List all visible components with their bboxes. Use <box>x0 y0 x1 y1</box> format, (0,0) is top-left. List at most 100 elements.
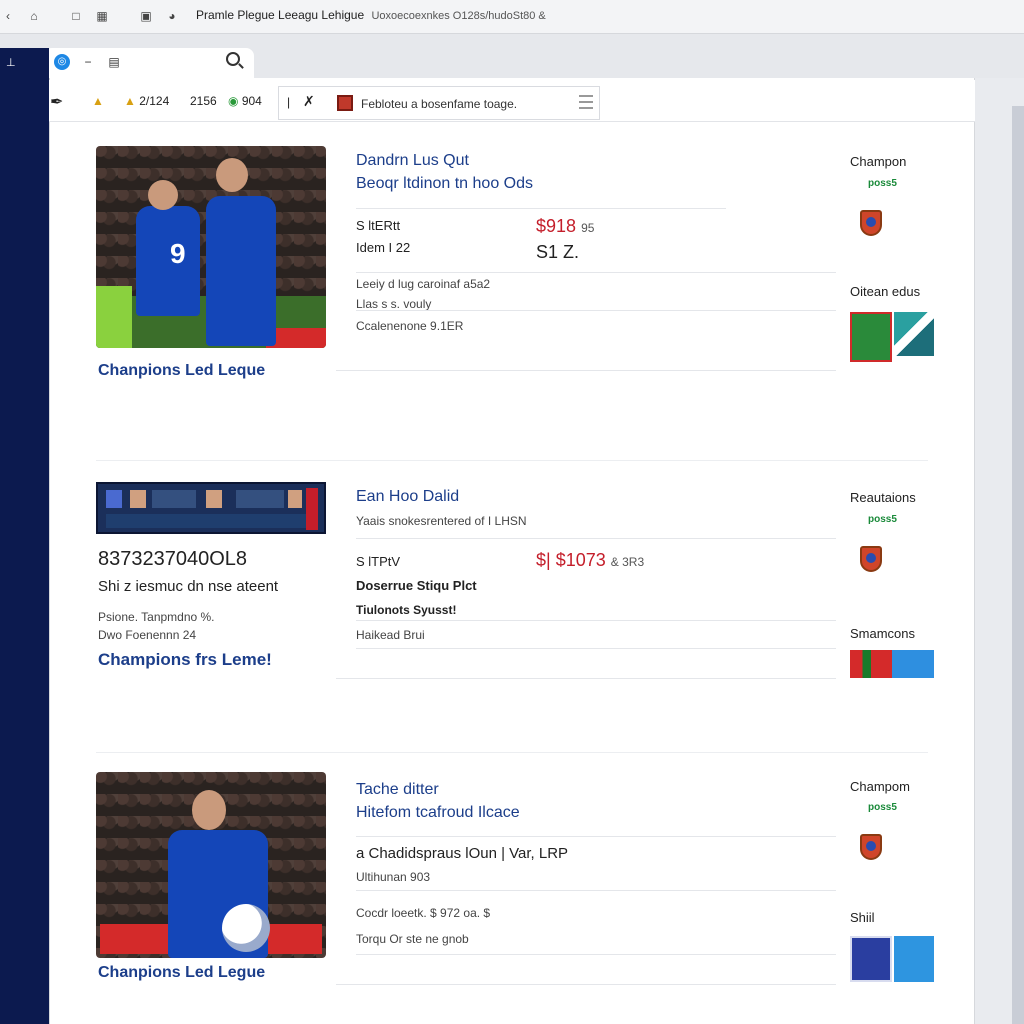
crest-icon[interactable] <box>860 834 882 860</box>
team-logo-icon[interactable] <box>894 936 934 982</box>
card-2-stat-label: S lTPtV <box>356 554 401 569</box>
tab-strip: ◎ − ▤ <box>0 34 1024 78</box>
divider <box>356 890 836 891</box>
card-1-price-value: $918 <box>536 216 577 236</box>
back-icon[interactable]: ‹ <box>0 8 16 24</box>
card-1-line-3: Ccalenenone 9.1ER <box>356 319 464 333</box>
globe-icon: ◎ <box>54 54 70 70</box>
card-2-meta: Psione. Tanpmdno %. <box>98 610 215 624</box>
card-1-side-heading: Champon <box>850 154 907 169</box>
card-2-side-badge: poss5 <box>868 514 897 525</box>
section-divider <box>96 752 928 753</box>
card-2-price-value: $| $1073 <box>536 550 606 570</box>
page-title: Pramle Plegue Leeagu Lehigue Uoxoecoexnk… <box>196 8 546 22</box>
document-icon[interactable]: ▤ <box>106 54 122 70</box>
section-divider <box>96 460 928 461</box>
medal-icon: ▲ <box>124 94 136 108</box>
card-1-line-1: Leeiy d lug caroinaf a5a2 <box>356 277 491 291</box>
active-tab[interactable]: ◎ − ▤ <box>44 48 254 78</box>
home-icon[interactable]: ⌂ <box>26 8 42 24</box>
card-3-headline[interactable]: Tache ditter <box>356 781 439 799</box>
crest-icon[interactable] <box>860 546 882 572</box>
history-icon[interactable]: ◕ <box>164 8 180 24</box>
divider <box>356 310 836 311</box>
card-3-side-badge: poss5 <box>868 802 897 813</box>
card-1-photo[interactable]: 9 <box>96 146 326 348</box>
window-icon[interactable]: □ <box>68 8 84 24</box>
filter-text: Febloteu a bosenfame toage. <box>361 97 518 111</box>
bar-icon: | <box>287 95 291 109</box>
card-2-meta-2: Dwo Foenennn 24 <box>98 628 197 642</box>
card-1-side-badge: poss5 <box>868 178 897 189</box>
divider <box>356 648 836 649</box>
divider <box>336 678 836 679</box>
team-logo-icon[interactable] <box>894 312 934 356</box>
card-3-title[interactable]: Chanpions Led Legue <box>98 964 265 982</box>
card-3-side-heading-2: Shiil <box>850 910 875 925</box>
stat-3: ◉ 904 <box>228 94 262 108</box>
filter-box[interactable]: | ✗ Febloteu a bosenfame toage. <box>278 86 600 120</box>
browser-topbar: ‹ ⌂ □ ▦ ▣ ◕ Pramle Plegue Leeagu Lehigue… <box>0 0 1024 34</box>
card-1-headline-2[interactable]: Beoqr ltdinon tn hoo Ods <box>356 175 533 193</box>
divider <box>356 836 836 837</box>
menu-lines-icon[interactable] <box>579 95 593 109</box>
card-3-line-1: Ultihunan 903 <box>356 870 431 884</box>
card-1-stat-label-2: Idem I 22 <box>356 240 411 255</box>
team-logo-icon[interactable] <box>850 312 892 362</box>
shield-icon[interactable]: ▣ <box>138 8 154 24</box>
card-2-detail-2: Tiulonots Syusst! <box>356 603 457 617</box>
card-1-stat-big: S1 Z. <box>536 242 580 262</box>
left-nav: ⊥ <box>0 48 49 1024</box>
scrollbar[interactable] <box>1012 106 1024 1024</box>
card-2-line: Haikead Brui <box>356 628 425 642</box>
card-2-price-suffix: & 3R3 <box>610 555 645 569</box>
card-3-line-3: Torqu Or ste ne gnob <box>356 932 469 946</box>
menu-icon[interactable]: ⊥ <box>6 56 16 69</box>
card-2-price: $| $1073 & 3R3 <box>536 550 644 571</box>
stat-1-value: 2/124 <box>139 94 170 108</box>
card-1-line-2: Llas s s. vouly <box>356 297 432 311</box>
clock-icon: ◉ <box>228 94 239 108</box>
card-1-price: $918 95 <box>536 216 594 237</box>
card-2-subline: Yaais snokesrentered of I LHSN <box>356 514 527 528</box>
card-2-subtitle: Shi z iesmuc dn nse ateent <box>98 578 279 595</box>
divider <box>356 538 836 539</box>
card-2-headline[interactable]: Ean Hoo Dalid <box>356 488 459 506</box>
pen-icon[interactable]: ✒ <box>50 92 63 112</box>
card-2-code: 8373237040OL8 <box>98 548 248 570</box>
divider <box>336 984 836 985</box>
search-icon[interactable] <box>226 52 240 66</box>
title-text: Pramle Plegue Leeagu Lehigue <box>196 8 365 22</box>
card-2-detail: Doserrue Stiqu Plct <box>356 578 477 593</box>
tool-icon[interactable]: ✗ <box>303 93 315 110</box>
card-3-detail: a Chadidspraus lOun | Var, LRP <box>356 845 569 862</box>
divider <box>356 272 836 273</box>
stat-3-value: 904 <box>241 94 262 108</box>
tabs-icon[interactable]: ▦ <box>94 8 110 24</box>
minimize-icon[interactable]: − <box>80 54 96 70</box>
team-logo-icon[interactable] <box>850 936 892 982</box>
card-2-title[interactable]: Champions frs Leme! <box>98 650 272 670</box>
card-2-side-heading-2: Smamcons <box>850 626 916 641</box>
address-bar-url[interactable]: Uoxoecoexnkes O128s/hudoSt80 & <box>371 10 545 22</box>
card-1-side-heading-2: Oitean edus <box>850 284 921 299</box>
stat-2: 2156 <box>190 94 217 108</box>
divider <box>356 208 726 209</box>
divider <box>336 370 836 371</box>
card-3-headline-2[interactable]: Hitefom tcafroud Ilcace <box>356 804 520 822</box>
card-3-line-2: Cocdr loeetk. $ 972 oa. $ <box>356 906 491 920</box>
crest-icon[interactable] <box>860 210 882 236</box>
team-logo-icon[interactable] <box>850 650 892 678</box>
card-1-headline[interactable]: Dandrn Lus Qut <box>356 152 469 170</box>
card-1-title[interactable]: Chanpions Led Leque <box>98 362 265 380</box>
card-3-photo[interactable] <box>96 772 326 958</box>
card-3-side-heading: Champom <box>850 779 910 794</box>
card-2-side-heading: Reautaions <box>850 490 916 505</box>
card-2-scoreboard[interactable] <box>96 482 326 534</box>
flag-icon <box>337 95 353 111</box>
team-logo-icon[interactable] <box>892 650 934 678</box>
card-1-price-suffix: 95 <box>581 221 595 235</box>
divider <box>356 620 836 621</box>
stat-1: ▲ 2/124 <box>124 94 169 108</box>
trophy-icon[interactable]: ▲ <box>92 94 104 108</box>
